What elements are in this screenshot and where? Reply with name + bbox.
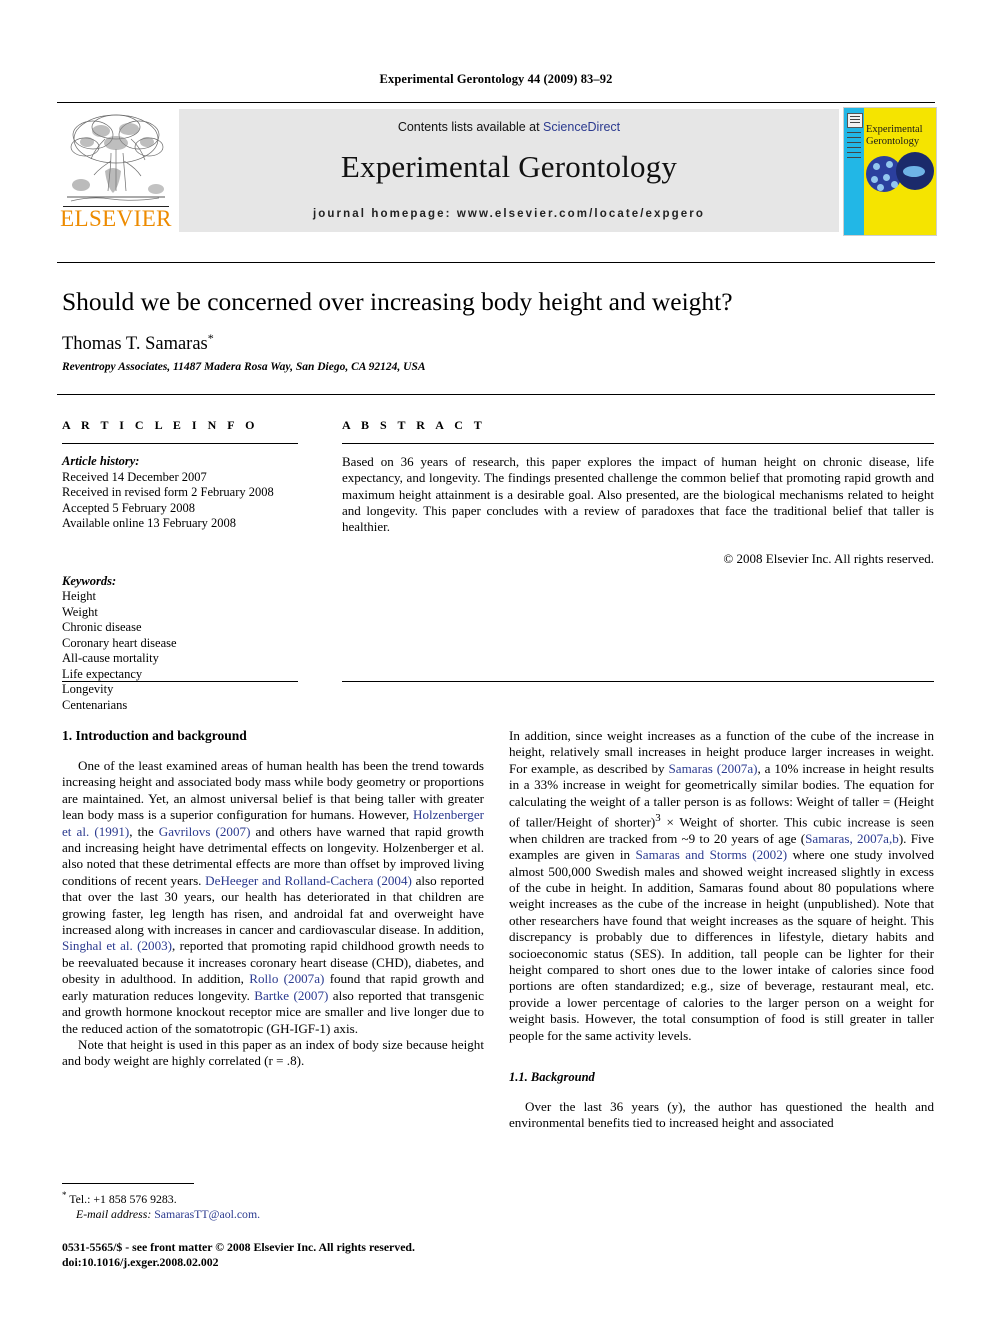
- footnote-rule: [62, 1183, 194, 1184]
- article-info-bottom-rule: [62, 681, 298, 682]
- issn-copyright-line: 0531-5565/$ - see front matter © 2008 El…: [62, 1240, 415, 1254]
- masthead-top-rule: [57, 102, 935, 103]
- keywords-block: Keywords: Height Weight Chronic disease …: [62, 574, 302, 714]
- paragraph-weight-cube: In addition, since weight increases as a…: [509, 728, 934, 1044]
- footnote-email-line: E-mail address: SamarasTT@aol.com.: [62, 1207, 484, 1222]
- citation-link-rollo[interactable]: Rollo (2007a): [249, 971, 324, 986]
- paragraph-background-1: Over the last 36 years (y), the author h…: [509, 1099, 934, 1131]
- citation-link-gavrilovs[interactable]: Gavrilovs (2007): [159, 824, 251, 839]
- citation-link-samaras-2007a[interactable]: Samaras (2007a): [669, 761, 758, 776]
- corresponding-author-marker: *: [207, 331, 214, 345]
- abstract-rule: [342, 443, 934, 444]
- info-abstract-top-rule: [57, 394, 935, 395]
- journal-masthead: ELSEVIER Contents lists available at Sci…: [57, 107, 937, 236]
- running-head: Experimental Gerontology 44 (2009) 83–92: [379, 72, 613, 86]
- footnote-email-label: E-mail address:: [76, 1206, 152, 1221]
- body-column-right: In addition, since weight increases as a…: [509, 728, 934, 1132]
- keywords-label: Keywords:: [62, 573, 117, 588]
- author-name: Thomas T. Samaras: [62, 334, 208, 355]
- masthead-banner: Contents lists available at ScienceDirec…: [179, 109, 839, 232]
- keyword-item: Longevity: [62, 682, 114, 696]
- page-title: Should we be concerned over increasing b…: [62, 287, 733, 316]
- paper-page: Experimental Gerontology 44 (2009) 83–92: [0, 0, 992, 1323]
- contents-prefix: Contents lists available at: [397, 120, 544, 134]
- contents-available-line: Contents lists available at ScienceDirec…: [179, 120, 839, 134]
- doi-line: doi:10.1016/j.exger.2008.02.002: [62, 1255, 219, 1269]
- citation-link-samaras-2007ab[interactable]: Samaras, 2007a,b: [805, 831, 899, 846]
- article-info-heading: A R T I C L E I N F O: [62, 418, 259, 432]
- article-info-column: A R T I C L E I N F O Article history: R…: [62, 418, 302, 713]
- cover-cell-illustration: [866, 152, 934, 194]
- elsevier-logo: ELSEVIER: [57, 107, 175, 234]
- abstract-copyright: © 2008 Elsevier Inc. All rights reserved…: [723, 551, 934, 567]
- subsection-heading-background: 1.1. Background: [509, 1070, 595, 1085]
- citation-link-singhal[interactable]: Singhal et al. (2003): [62, 938, 172, 953]
- article-history-label: Article history:: [62, 454, 140, 468]
- article-history-item: Available online 13 February 2008: [62, 516, 237, 530]
- affiliation: Reventropy Associates, 11487 Madera Rosa…: [62, 361, 426, 373]
- footnote-tel: Tel.: +1 858 576 9283.: [69, 1191, 177, 1206]
- cover-barcode-lines-icon: [847, 132, 861, 158]
- keyword-item: All-cause mortality: [62, 651, 159, 665]
- cover-cell-right-icon: [896, 152, 934, 190]
- body-column-left: 1. Introduction and background One of th…: [62, 728, 484, 1070]
- title-top-rule: [57, 262, 935, 263]
- abstract-heading: A B S T R A C T: [342, 418, 486, 432]
- paragraph-text: , the: [129, 823, 159, 839]
- article-history-item: Received 14 December 2007: [62, 469, 207, 484]
- journal-cover-thumbnail[interactable]: Experimental Gerontology: [843, 107, 937, 236]
- elsevier-tree-icon: [67, 114, 165, 202]
- citation-link-samaras-storms[interactable]: Samaras and Storms (2002): [636, 847, 788, 862]
- elsevier-wordmark: ELSEVIER: [60, 206, 172, 231]
- abstract-text: Based on 36 years of research, this pape…: [342, 454, 934, 535]
- article-history-item: Received in revised form 2 February 2008: [62, 485, 274, 499]
- abstract-column: A B S T R A C T Based on 36 years of res…: [342, 418, 934, 568]
- keyword-item: Weight: [62, 604, 98, 619]
- section-heading-introduction: 1. Introduction and background: [62, 728, 247, 743]
- cover-title: Experimental Gerontology: [866, 124, 923, 147]
- paragraph-intro-2: Note that height is used in this paper a…: [62, 1036, 484, 1069]
- article-info-rule: [62, 443, 298, 444]
- keyword-item: Chronic disease: [62, 620, 142, 634]
- paragraph-text: where one study involved almost 500,000 …: [509, 847, 934, 1043]
- journal-homepage-url[interactable]: journal homepage: www.elsevier.com/locat…: [179, 208, 839, 220]
- cover-publisher-badge-icon: [847, 113, 863, 128]
- author-line: Thomas T. Samaras*: [62, 327, 932, 355]
- footnote-marker: *: [62, 1190, 67, 1200]
- abstract-bottom-rule: [342, 681, 934, 682]
- article-history-item: Accepted 5 February 2008: [62, 500, 195, 515]
- keyword-item: Height: [62, 589, 97, 603]
- keyword-item: Coronary heart disease: [62, 635, 177, 650]
- journal-title: Experimental Gerontology: [340, 149, 678, 184]
- paragraph-intro-1: One of the least examined areas of human…: [62, 758, 484, 1037]
- footnote-block: * Tel.: +1 858 576 9283. E-mail address:…: [62, 1188, 484, 1222]
- footnote-tel-line: * Tel.: +1 858 576 9283.: [62, 1188, 484, 1207]
- keyword-item: Life expectancy: [62, 666, 143, 681]
- citation-link-bartke[interactable]: Bartke (2007): [254, 988, 328, 1003]
- keyword-item: Centenarians: [62, 697, 128, 712]
- sciencedirect-link[interactable]: ScienceDirect: [543, 120, 620, 134]
- footnote-email-link[interactable]: SamarasTT@aol.com.: [154, 1207, 260, 1221]
- citation-link-deheeger[interactable]: DeHeeger and Rolland-Cachera (2004): [205, 873, 412, 888]
- page-footer: 0531-5565/$ - see front matter © 2008 El…: [62, 1240, 622, 1270]
